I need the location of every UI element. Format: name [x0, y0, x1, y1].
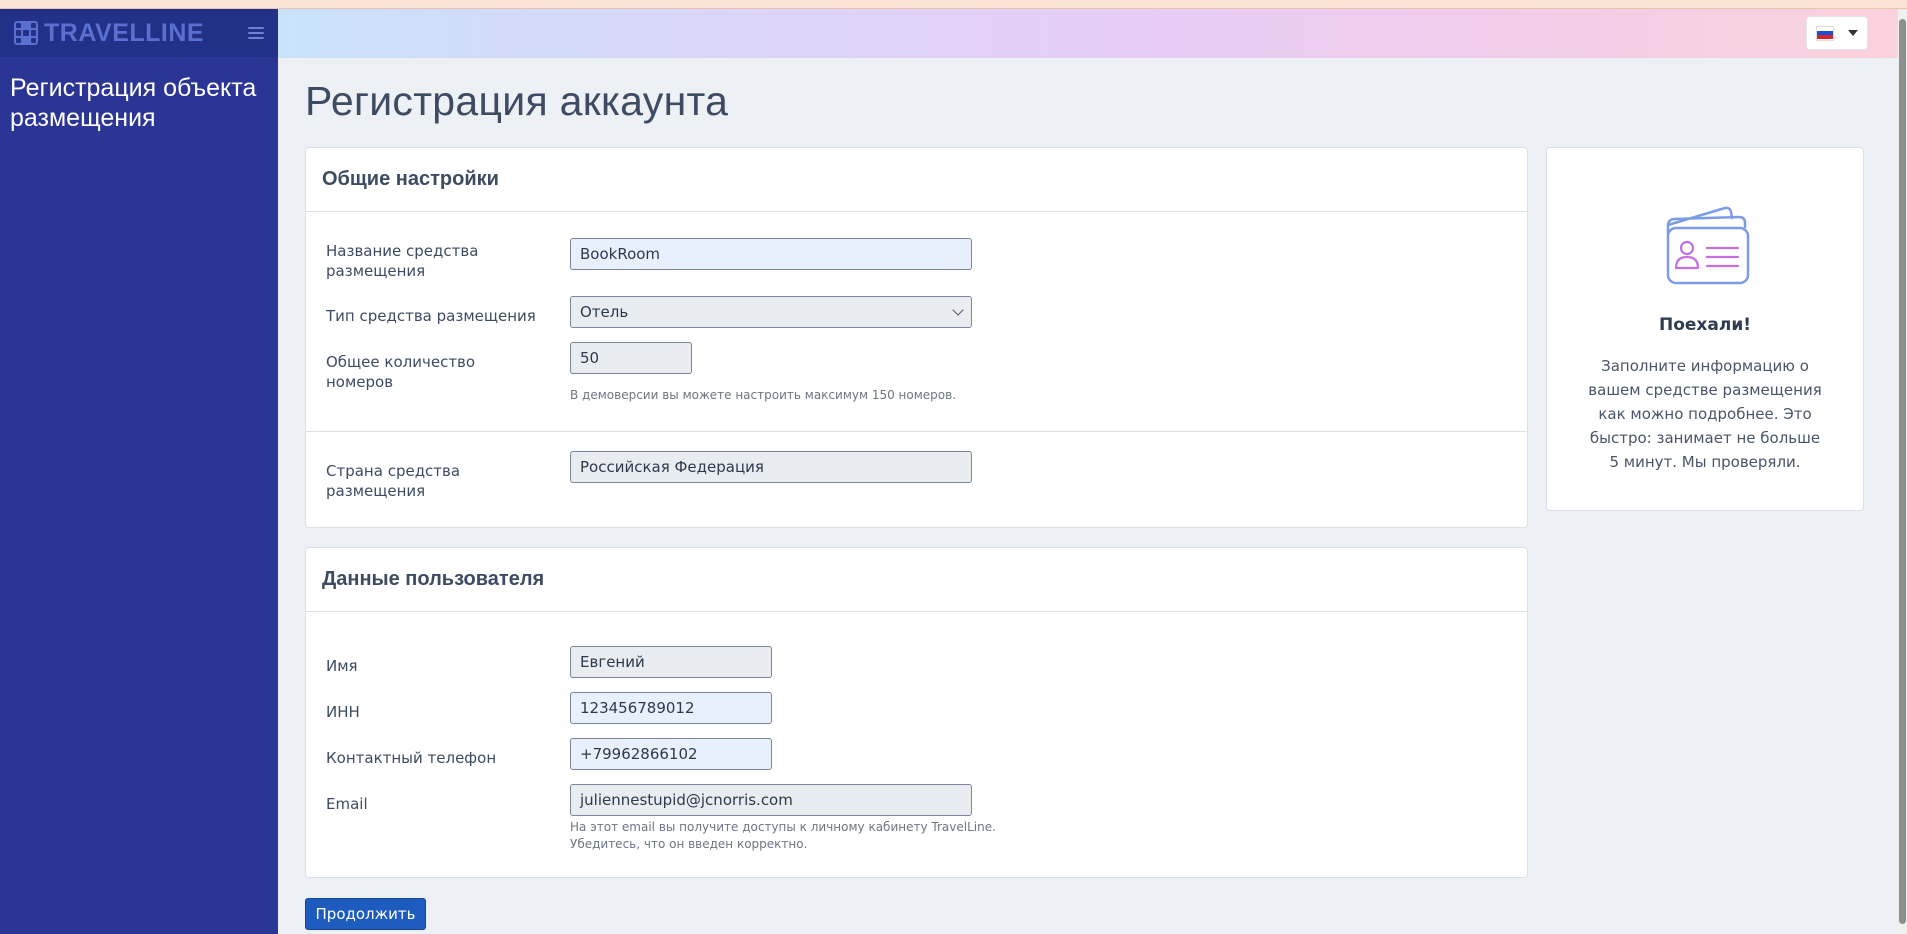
- general-settings-heading: Общие настройки: [306, 148, 1527, 212]
- property-type-label: Тип средства размещения: [326, 307, 536, 325]
- logo[interactable]: TRAVELLINE: [14, 19, 204, 48]
- info-text: Заполните информацию о вашем средстве ра…: [1588, 357, 1822, 471]
- section-divider: [306, 431, 1527, 432]
- rooms-label: Общее количество номеров: [326, 353, 476, 391]
- info-card: Поехали! Заполните информацию о вашем ср…: [1546, 147, 1864, 511]
- browser-top-strip: [0, 0, 1907, 9]
- property-type-value: Отель: [580, 303, 629, 321]
- sidebar: TRAVELLINE Регистрация объекта размещени…: [0, 9, 278, 934]
- continue-button[interactable]: Продолжить: [305, 898, 426, 930]
- property-name-label: Название средства размещения: [326, 242, 479, 280]
- country-input[interactable]: Российская Федерация: [570, 451, 972, 483]
- property-type-select[interactable]: Отель: [570, 296, 972, 328]
- brand-name: TRAVELLINE: [44, 18, 205, 47]
- info-title: Поехали!: [1659, 315, 1751, 335]
- rooms-hint: В демоверсии вы можете настроить максиму…: [570, 388, 957, 402]
- chevron-down-icon: [952, 304, 964, 316]
- scrollbar[interactable]: [1898, 9, 1907, 934]
- name-input[interactable]: Евгений: [570, 646, 772, 678]
- top-bar: [278, 9, 1898, 58]
- sidebar-title: Регистрация объекта размещения: [10, 74, 257, 132]
- page-title: Регистрация аккаунта: [305, 78, 729, 124]
- property-name-input[interactable]: BookRoom: [570, 238, 972, 270]
- country-label: Страна средства размещения: [326, 462, 461, 500]
- language-selector[interactable]: [1806, 16, 1868, 50]
- phone-label: Контактный телефон: [326, 749, 497, 767]
- email-label: Email: [326, 795, 368, 813]
- user-data-card: Данные пользователя Имя Евгений ИНН 1234…: [305, 547, 1528, 878]
- phone-input[interactable]: +79962866102: [570, 738, 772, 770]
- general-settings-card: Общие настройки Название средства размещ…: [305, 147, 1528, 528]
- inn-input[interactable]: 123456789012: [570, 692, 772, 724]
- sidebar-header: TRAVELLINE: [0, 9, 278, 57]
- inn-label: ИНН: [326, 703, 360, 721]
- name-label: Имя: [326, 657, 358, 675]
- id-card-icon: [1666, 206, 1750, 285]
- user-data-heading: Данные пользователя: [306, 548, 1527, 612]
- menu-icon[interactable]: [248, 27, 264, 39]
- rooms-input[interactable]: 50: [570, 342, 692, 374]
- travelline-logo-icon: [14, 21, 38, 45]
- russian-flag-icon: [1816, 25, 1834, 41]
- email-hint-line-2: Убедитесь, что он введен корректно.: [570, 837, 808, 851]
- caret-down-icon: [1848, 30, 1858, 36]
- email-input[interactable]: juliennestupid@jcnorris.com: [570, 784, 972, 816]
- email-hint-line-1: На этот email вы получите доступы к личн…: [570, 820, 996, 834]
